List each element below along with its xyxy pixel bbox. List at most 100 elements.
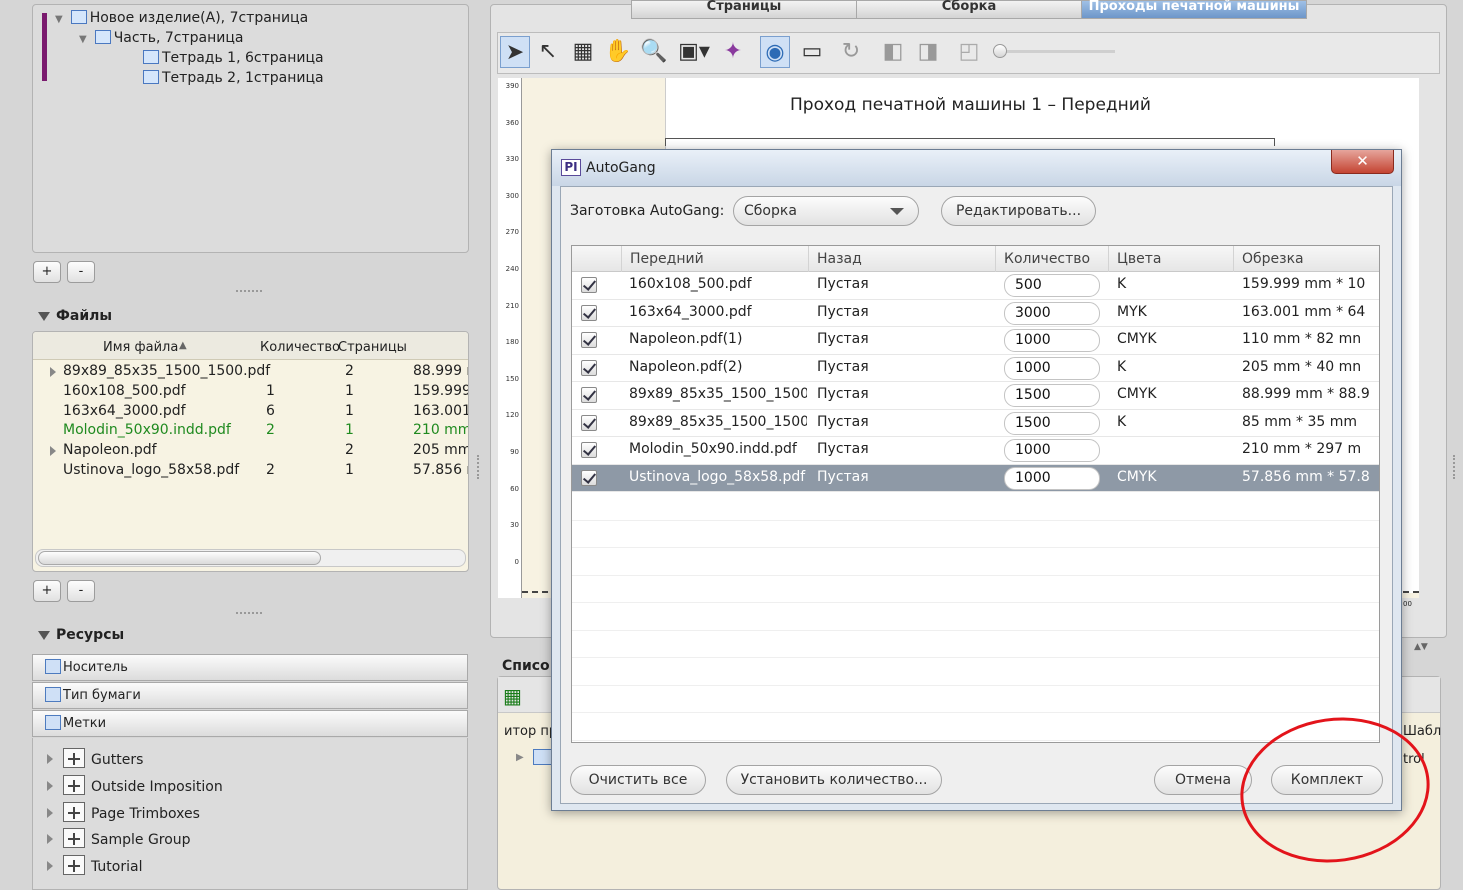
tab-assembly[interactable]: Сборка	[856, 0, 1082, 19]
grid-row[interactable]: 89x89_85x35_1500_1500.p Пустая 1500 CMYK 88.…	[572, 382, 1379, 410]
file-row[interactable]: 89x89_85x35_1500_1500.pdf 2 88.999 r	[33, 362, 468, 382]
rotate-tool[interactable]: ↻	[836, 36, 866, 68]
tree-add-button[interactable]: +	[33, 261, 61, 283]
splitter-handle[interactable]	[236, 290, 262, 294]
expand-arrow-icon[interactable]	[47, 781, 53, 791]
row-quantity-input[interactable]: 1000	[1004, 466, 1100, 490]
collapse-icon[interactable]: ▼	[55, 14, 63, 25]
resources-section-header[interactable]: Ресурсы	[38, 627, 124, 643]
row-checkbox[interactable]	[581, 387, 597, 403]
row-checkbox[interactable]	[581, 469, 597, 486]
row-quantity-input[interactable]: 1500	[1004, 384, 1100, 407]
collapse-icon[interactable]: ▼	[79, 34, 87, 45]
row-quantity-input[interactable]: 3000	[1004, 301, 1100, 325]
list-row-expander[interactable]: ▶	[516, 752, 524, 763]
vertical-splitter[interactable]	[477, 455, 481, 479]
resource-media[interactable]: Носитель	[32, 654, 468, 681]
row-checkbox[interactable]	[581, 304, 597, 321]
tree-item-signature-2[interactable]: Тетрадь 2, 1страница	[143, 70, 324, 86]
list-section-title[interactable]: Списо	[502, 658, 550, 674]
mark-item-page-trimboxes[interactable]: Page Trimboxes	[47, 802, 200, 822]
cancel-button[interactable]: Отмена	[1154, 765, 1252, 795]
files-col-qty[interactable]: Количество	[260, 340, 340, 355]
expand-arrow-icon[interactable]	[50, 446, 56, 457]
files-col-name[interactable]: Имя файла	[103, 340, 178, 355]
zoom-tool[interactable]: 🔍	[639, 36, 669, 68]
grid-col-qty[interactable]: Количество	[996, 246, 1109, 272]
panel-resize-arrows[interactable]: ▲▼	[1414, 642, 1428, 652]
grid-col-colors[interactable]: Цвета	[1109, 246, 1234, 272]
files-remove-button[interactable]: -	[67, 580, 95, 602]
tree-item-product[interactable]: ▼ Новое изделие(А), 7страница	[55, 10, 308, 26]
align-tool[interactable]: ◧	[878, 36, 908, 68]
dialog-titlebar[interactable]: PI AutoGang ✕	[552, 150, 1401, 186]
row-quantity-input[interactable]: 1000	[1004, 329, 1100, 352]
tree-item-signature-1[interactable]: Тетрадь 1, 6страница	[143, 50, 324, 66]
row-checkbox[interactable]	[581, 277, 597, 293]
row-checkbox[interactable]	[581, 359, 597, 376]
grid-row[interactable]: 89x89_85x35_1500_1500.p Пустая 1500 K 85 mm …	[572, 410, 1379, 437]
files-col-pages[interactable]: Страницы	[338, 340, 407, 355]
layout-tool[interactable]: ▣▾	[674, 36, 714, 68]
file-row[interactable]: Ustinova_logo_58x58.pdf 2 1 57.856 r	[33, 461, 468, 481]
file-row[interactable]: Napoleon.pdf 2 205 mm	[33, 441, 468, 461]
row-checkbox[interactable]	[581, 414, 597, 431]
mark-item-sample-group[interactable]: Sample Group	[47, 828, 191, 848]
expand-arrow-icon[interactable]	[50, 367, 56, 377]
file-row[interactable]: 160x108_500.pdf 1 1 159.999	[33, 382, 468, 402]
vertical-splitter-right[interactable]	[1453, 455, 1457, 479]
resource-marks[interactable]: Метки	[32, 710, 468, 737]
expand-arrow-icon[interactable]	[47, 754, 53, 764]
grid-row[interactable]: 160x108_500.pdf Пустая 500 K 159.999 mm * 10	[572, 272, 1379, 300]
mark-item-tutorial[interactable]: Tutorial	[47, 855, 142, 875]
grid-row[interactable]: Molodin_50x90.indd.pdf Пустая 1000 210 mm *…	[572, 437, 1379, 465]
add-item-icon[interactable]: ▦	[503, 684, 533, 712]
grid-col-trim[interactable]: Обрезка	[1234, 246, 1379, 272]
grid-row[interactable]: 163x64_3000.pdf Пустая 3000 MYK 163.001 mm *…	[572, 300, 1379, 327]
autogang-tool[interactable]: ✦	[718, 36, 748, 68]
mark-item-outside-imposition[interactable]: Outside Imposition	[47, 775, 223, 795]
edit-preset-button[interactable]: Редактировать...	[941, 196, 1096, 226]
row-quantity-input[interactable]: 500	[1004, 274, 1100, 297]
files-section-header[interactable]: Файлы	[38, 308, 112, 324]
file-row[interactable]: Molodin_50x90.indd.pdf 2 1 210 mm	[33, 421, 468, 441]
page-tool[interactable]: ▦	[568, 36, 598, 68]
grid-col-front[interactable]: Передний	[622, 246, 809, 272]
tree-item-part[interactable]: ▼ Часть, 7страница	[79, 30, 243, 46]
row-checkbox[interactable]	[581, 332, 597, 348]
row-quantity-input[interactable]: 1500	[1004, 411, 1100, 435]
zoom-slider-thumb[interactable]	[993, 44, 1007, 58]
distribute-tool[interactable]: ◨	[913, 36, 943, 68]
files-scrollbar-track[interactable]	[35, 549, 466, 567]
mark-item-gutters[interactable]: Gutters	[47, 748, 143, 768]
expand-arrow-icon[interactable]	[47, 808, 53, 818]
select-tool[interactable]: ➤	[500, 36, 530, 68]
preset-select[interactable]: Сборка	[733, 196, 919, 226]
preview-tool[interactable]: ◉	[760, 36, 790, 68]
zoom-slider-track[interactable]	[999, 50, 1115, 53]
clear-all-button[interactable]: Очистить все	[570, 765, 706, 795]
close-button[interactable]: ✕	[1331, 150, 1394, 174]
file-row[interactable]: 163x64_3000.pdf 6 1 163.001	[33, 402, 468, 422]
tab-press-runs[interactable]: Проходы печатной машины	[1081, 0, 1307, 19]
expand-arrow-icon[interactable]	[47, 861, 53, 871]
ruler-tool[interactable]: ▭	[795, 36, 829, 68]
zoom-slider[interactable]	[993, 44, 1115, 58]
set-quantity-button[interactable]: Установить количество...	[726, 765, 942, 795]
expand-arrow-icon[interactable]	[47, 834, 53, 844]
direct-select-tool[interactable]: ↖	[533, 36, 563, 68]
files-scrollbar-thumb[interactable]	[38, 551, 321, 565]
row-quantity-input[interactable]: 1000	[1004, 356, 1100, 380]
grid-col-back[interactable]: Назад	[809, 246, 996, 272]
resource-paper-type[interactable]: Тип бумаги	[32, 682, 468, 709]
splitter-handle[interactable]	[236, 612, 262, 616]
tree-remove-button[interactable]: -	[67, 261, 95, 283]
row-quantity-input[interactable]: 1000	[1004, 439, 1100, 462]
mark-tool[interactable]: ◰	[954, 36, 984, 68]
files-add-button[interactable]: +	[33, 580, 61, 602]
grid-row[interactable]: Ustinova_logo_58x58.pdf Пустая 1000 CMYK 57.…	[572, 464, 1379, 492]
tab-pages[interactable]: Страницы	[631, 0, 857, 19]
row-checkbox[interactable]	[581, 442, 597, 458]
hand-tool[interactable]: ✋	[603, 36, 633, 68]
grid-row[interactable]: Napoleon.pdf(1) Пустая 1000 CMYK 110 mm * 82…	[572, 327, 1379, 355]
